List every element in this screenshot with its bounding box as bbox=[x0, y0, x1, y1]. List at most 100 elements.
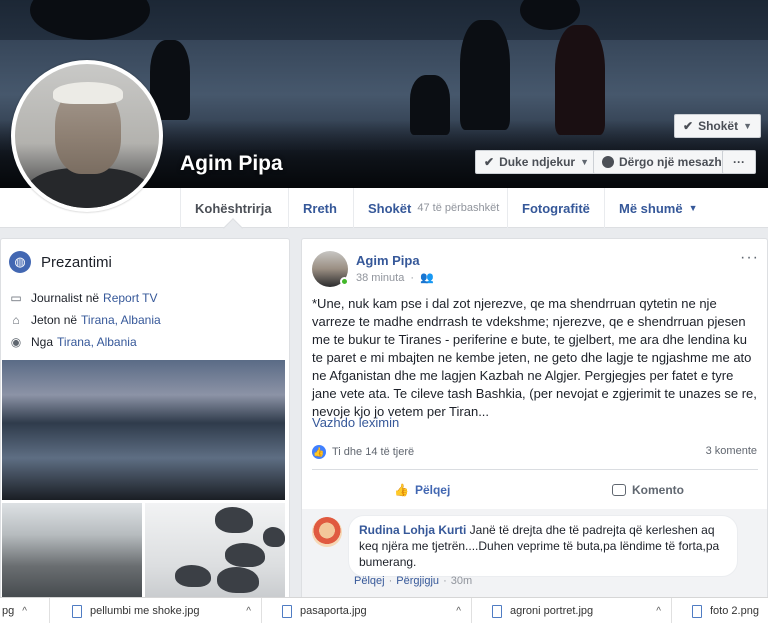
cover-person-2 bbox=[460, 20, 510, 130]
photo-person bbox=[2, 430, 30, 490]
download-item[interactable]: pasaporta.jpg ^ bbox=[272, 598, 472, 623]
tab-about-label: Rreth bbox=[303, 200, 337, 216]
separator: · bbox=[410, 271, 414, 284]
pigeon bbox=[215, 507, 253, 533]
profile-picture[interactable] bbox=[11, 60, 163, 212]
cover-chair bbox=[410, 75, 450, 135]
pigeon bbox=[263, 527, 285, 547]
lives-link[interactable]: Tirana, Albania bbox=[81, 313, 161, 327]
like-reaction-icon: 👍 bbox=[312, 445, 326, 459]
post-author[interactable]: Agim Pipa bbox=[356, 253, 420, 268]
more-icon: ··· bbox=[733, 155, 745, 169]
file-icon bbox=[72, 604, 82, 618]
file-icon bbox=[492, 604, 502, 618]
comment-time[interactable]: 30m bbox=[451, 575, 472, 587]
download-filename: foto 2.png bbox=[710, 605, 759, 617]
send-message-label: Dërgo një mesazh bbox=[619, 155, 722, 169]
separator: · bbox=[388, 575, 393, 587]
comment-reply-link[interactable]: Përgjigju bbox=[396, 575, 439, 587]
check-icon: ✔ bbox=[484, 155, 495, 169]
post-card: Agim Pipa 38 minuta · 👥 ··· *Une, nuk ka… bbox=[301, 238, 768, 609]
download-item[interactable]: foto 2.png bbox=[682, 598, 768, 623]
comments-count[interactable]: 3 komente bbox=[706, 445, 757, 457]
tab-friends[interactable]: Shokët 47 të përbashkët bbox=[353, 188, 513, 228]
globe-icon: ◍ bbox=[9, 251, 31, 273]
tab-more-label: Më shumë bbox=[619, 200, 683, 216]
comment-button-label: Komento bbox=[632, 483, 684, 497]
comments-section: Rudina Lohja Kurti Janë të drejta dhe të… bbox=[302, 509, 767, 609]
tab-about[interactable]: Rreth bbox=[288, 188, 351, 228]
download-item[interactable]: pg ^ bbox=[0, 598, 50, 623]
following-button[interactable]: ✔ Duke ndjekur ▼ bbox=[475, 150, 599, 174]
like-button[interactable]: 👍 Pëlqej bbox=[394, 479, 450, 501]
download-filename: pellumbi me shoke.jpg bbox=[90, 605, 200, 617]
file-icon bbox=[282, 604, 292, 618]
avatar-body bbox=[25, 168, 151, 208]
comment-actions: Pëlqej · Përgjigju · 30m bbox=[354, 575, 472, 587]
intro-work: ▭ Journalist në Report TV bbox=[9, 291, 157, 305]
pigeon bbox=[175, 565, 211, 587]
location-pin-icon: ◉ bbox=[10, 335, 22, 349]
separator: · bbox=[443, 575, 447, 587]
featured-photo-3[interactable] bbox=[145, 503, 285, 608]
post-options-button[interactable]: ··· bbox=[740, 249, 759, 267]
comment-button[interactable]: Komento bbox=[612, 479, 684, 501]
chevron-up-icon[interactable]: ^ bbox=[656, 606, 661, 617]
friends-button-label: Shokët bbox=[698, 119, 739, 133]
tab-photos-label: Fotografitë bbox=[522, 200, 590, 216]
tab-friends-label: Shokët bbox=[368, 200, 412, 216]
intro-lives: ⌂ Jeton në Tirana, Albania bbox=[9, 313, 161, 327]
pigeon bbox=[225, 543, 265, 567]
featured-photo-1[interactable] bbox=[2, 360, 285, 500]
caret-down-icon: ▼ bbox=[688, 203, 698, 213]
following-button-label: Duke ndjekur bbox=[499, 155, 576, 169]
friends-audience-icon[interactable]: 👥 bbox=[420, 271, 434, 284]
work-link[interactable]: Report TV bbox=[103, 291, 157, 305]
more-options-button[interactable]: ··· bbox=[722, 150, 756, 174]
intro-card: ◍ Prezantimi ▭ Journalist në Report TV ⌂… bbox=[0, 238, 290, 608]
photo-tree bbox=[2, 360, 92, 430]
reactions-summary[interactable]: 👍 Ti dhe 14 të tjerë bbox=[312, 445, 414, 459]
tab-photos[interactable]: Fotografitë bbox=[507, 188, 604, 228]
work-prefix: Journalist në bbox=[31, 291, 100, 305]
comment-bubble-icon bbox=[612, 484, 626, 496]
caret-down-icon: ▼ bbox=[580, 157, 590, 167]
chevron-up-icon[interactable]: ^ bbox=[456, 606, 461, 617]
post-timestamp[interactable]: 38 minuta bbox=[356, 272, 404, 284]
tab-more[interactable]: Më shumë ▼ bbox=[604, 188, 712, 228]
download-filename: pg bbox=[2, 605, 15, 617]
comment-like-link[interactable]: Pëlqej bbox=[354, 575, 385, 587]
from-prefix: Nga bbox=[31, 335, 54, 349]
divider bbox=[312, 469, 758, 470]
download-item[interactable]: agroni portret.jpg ^ bbox=[482, 598, 672, 623]
briefcase-icon: ▭ bbox=[10, 291, 22, 305]
download-item[interactable]: pellumbi me shoke.jpg ^ bbox=[62, 598, 262, 623]
home-icon: ⌂ bbox=[12, 313, 20, 327]
commenter-avatar[interactable] bbox=[312, 517, 342, 547]
profile-name[interactable]: Agim Pipa bbox=[180, 152, 283, 176]
from-link[interactable]: Tirana, Albania bbox=[57, 335, 137, 349]
thumbs-up-icon: 👍 bbox=[394, 483, 409, 497]
see-more-link[interactable]: Vazhdo leximin bbox=[312, 415, 399, 430]
download-filename: pasaporta.jpg bbox=[300, 605, 367, 617]
tab-timeline-label: Kohështrirja bbox=[195, 200, 272, 216]
photo-person bbox=[2, 490, 30, 500]
comment-bubble: Rudina Lohja Kurti Janë të drejta dhe të… bbox=[348, 515, 738, 577]
commenter-name[interactable]: Rudina Lohja Kurti bbox=[359, 523, 466, 537]
featured-photo-2[interactable] bbox=[2, 503, 142, 608]
chevron-up-icon[interactable]: ^ bbox=[246, 606, 251, 617]
caret-down-icon: ▼ bbox=[743, 121, 752, 131]
download-bar: pg ^ pellumbi me shoke.jpg ^ pasaporta.j… bbox=[0, 597, 768, 623]
chevron-up-icon[interactable]: ^ bbox=[22, 606, 27, 617]
friends-button[interactable]: ✔ Shokët ▼ bbox=[674, 114, 761, 138]
lives-prefix: Jeton në bbox=[31, 313, 78, 327]
cover-person-3 bbox=[555, 25, 605, 135]
pigeon bbox=[217, 567, 259, 593]
post-body: *Une, nuk kam pse i dal zot njerezve, qe… bbox=[312, 296, 757, 419]
download-filename: agroni portret.jpg bbox=[510, 605, 594, 617]
avatar-hair bbox=[53, 82, 123, 104]
like-button-label: Pëlqej bbox=[414, 483, 451, 497]
send-message-button[interactable]: Dërgo një mesazh bbox=[593, 150, 731, 174]
intro-title: Prezantimi bbox=[41, 253, 112, 271]
reactions-text: Ti dhe 14 të tjerë bbox=[332, 446, 415, 458]
